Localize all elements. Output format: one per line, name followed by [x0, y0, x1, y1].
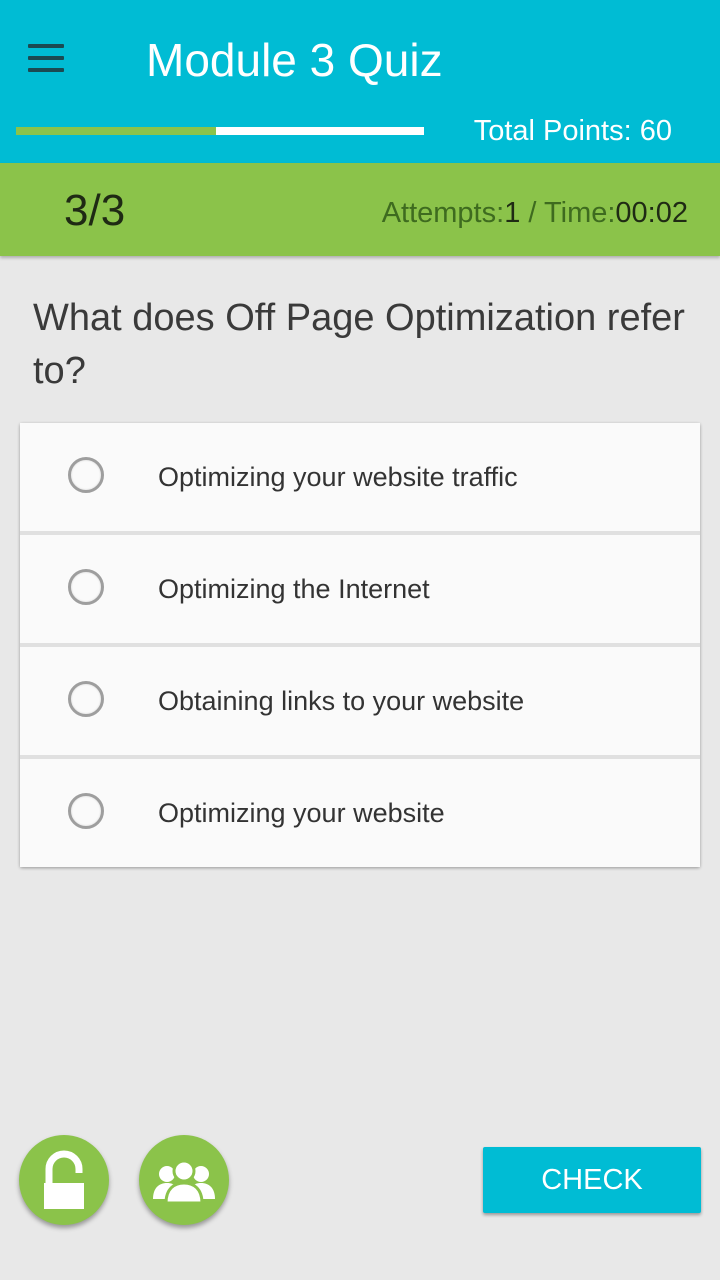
menu-icon-line: [28, 44, 64, 48]
radio-button[interactable]: [68, 793, 104, 829]
question-counter: 3/3: [64, 186, 126, 235]
answer-options: Optimizing your website traffic Optimizi…: [20, 423, 700, 867]
quiz-progress-fill: [16, 127, 216, 135]
unlock-button[interactable]: [19, 1135, 109, 1225]
attempts-time: Attempts:1 / Time:00:02: [382, 195, 688, 231]
community-button[interactable]: [139, 1135, 229, 1225]
answer-option-label: Optimizing your website: [158, 798, 445, 828]
menu-icon-line: [28, 56, 64, 60]
people-icon: [153, 1159, 215, 1205]
question-text: What does Off Page Optimization refer to…: [33, 297, 685, 392]
page-title: Module 3 Quiz: [146, 34, 443, 86]
answer-option-label: Optimizing your website traffic: [158, 462, 518, 492]
answer-option-label: Obtaining links to your website: [158, 686, 525, 716]
answer-option-label: Optimizing the Internet: [158, 574, 430, 604]
quiz-progress-bar: [16, 127, 424, 135]
menu-icon-line: [28, 68, 64, 72]
time-label: Time:: [543, 197, 616, 229]
answer-option[interactable]: Optimizing your website: [20, 759, 700, 867]
radio-button[interactable]: [68, 681, 104, 717]
answer-option[interactable]: Obtaining links to your website: [20, 647, 700, 755]
lock-icon: [44, 1150, 84, 1209]
attempts-label: Attempts:: [381, 197, 505, 229]
total-points: Total Points: 60: [473, 115, 672, 147]
radio-button[interactable]: [68, 569, 104, 605]
answer-option[interactable]: Optimizing your website traffic: [20, 423, 700, 531]
time-value: 00:02: [615, 197, 688, 229]
answer-option[interactable]: Optimizing the Internet: [20, 535, 700, 643]
attempts-value: 1: [504, 197, 521, 229]
quiz-status-bar: 3/3 Attempts:1 / Time:00:02: [0, 163, 720, 256]
radio-button[interactable]: [68, 457, 104, 493]
check-button[interactable]: CHECK: [483, 1147, 701, 1213]
app-header: Module 3 Quiz Total Points: 60: [0, 0, 720, 163]
menu-icon[interactable]: [28, 40, 72, 76]
meta-separator: /: [520, 197, 544, 229]
